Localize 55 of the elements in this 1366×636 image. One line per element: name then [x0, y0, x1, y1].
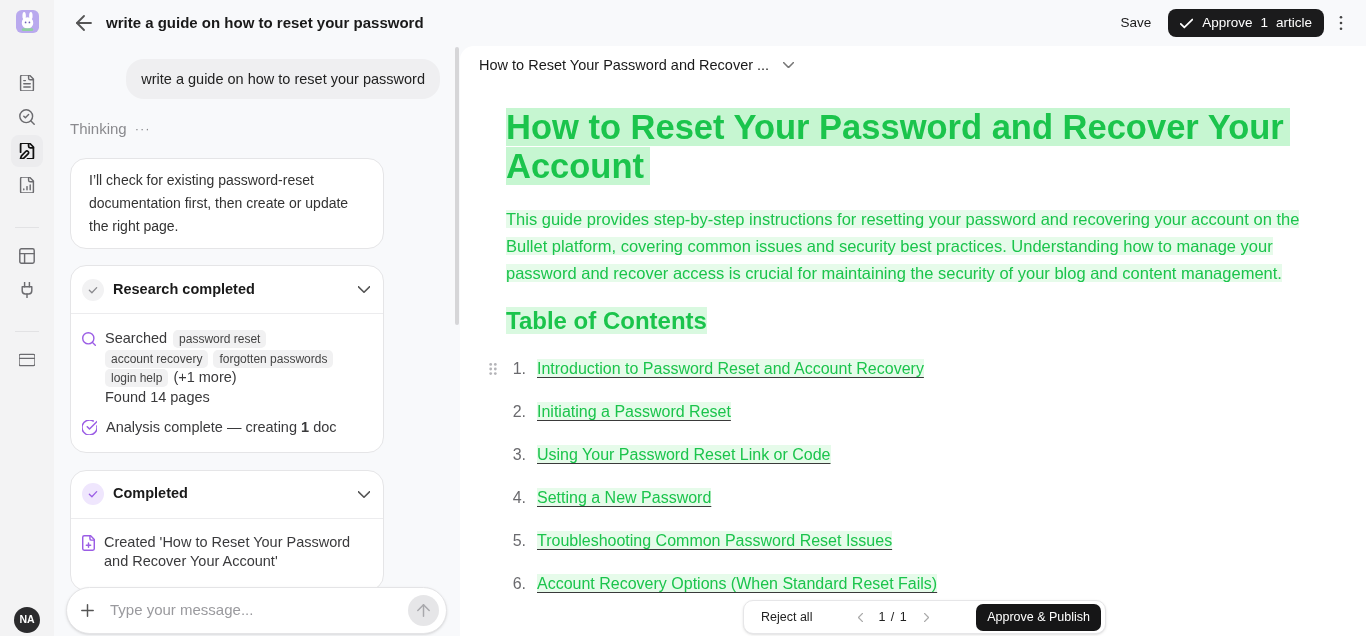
chevron-down-icon: [783, 62, 795, 68]
search-tag: account recovery: [105, 349, 209, 368]
user-message: write a guide on how to reset your password: [126, 59, 440, 99]
assistant-message: I’ll check for existing password-reset documentation first, then create or update the right page.: [70, 158, 384, 249]
chevron-right-icon: [924, 612, 930, 622]
composer[interactable]: Type your message...: [66, 587, 447, 634]
check-icon: [1180, 16, 1194, 30]
created-text: Created 'How to Reset Your Password and Recover Your Account': [104, 532, 352, 571]
arrow-up-icon: [417, 604, 430, 617]
sidebar-button[interactable]: [11, 135, 43, 167]
search-icon: [82, 332, 96, 346]
user-avatar[interactable]: NA: [14, 607, 40, 633]
document-icon: [19, 75, 35, 91]
list-number: 1.: [511, 359, 527, 378]
list-number: 2.: [511, 402, 527, 421]
file-chart-icon: [19, 177, 35, 193]
thinking-label: Thinking: [70, 119, 127, 139]
vertical-dots-icon: [1339, 16, 1343, 30]
result-text: Found 14 pages: [105, 387, 211, 407]
approve-button[interactable]: Approve 1 article: [1168, 9, 1324, 37]
layout-icon: [19, 248, 35, 264]
reject-all-button[interactable]: Reject all: [761, 607, 813, 627]
file-plus-icon: [82, 534, 95, 551]
add-button[interactable]: [80, 603, 94, 618]
circle-check-icon: [82, 420, 97, 435]
section-toggle[interactable]: Research completed: [71, 266, 383, 313]
page-indicator: 1 / 1: [878, 608, 907, 626]
intro-paragraph: This guide provides step-by-step instructions for resetting your password and recovering your account on the Bullet platform, covering common issues and security best practices. Understanding how to manage your password and recover access is crucial for maintaining the security of your blog and content management.: [506, 209, 1301, 284]
analysis-text: Analysis complete — creating 1 doc: [106, 418, 337, 437]
plus-icon: [80, 604, 94, 617]
list-number: 3.: [511, 445, 527, 464]
search-tag: password reset: [173, 330, 267, 348]
document-selector[interactable]: How to Reset Your Password and Recover ...: [479, 55, 795, 75]
search-label: Searched: [105, 330, 168, 346]
list-number: 6.: [511, 574, 527, 593]
list-number: 5.: [511, 531, 527, 550]
search-tag: login help: [105, 369, 169, 387]
section-heading: Table of Contents: [506, 307, 708, 335]
chat-title: write a guide on how to reset your password: [106, 12, 424, 33]
search-tag: forgotten passwords: [213, 349, 334, 368]
drag-handle-icon[interactable]: [489, 362, 497, 375]
search-check-icon: [19, 109, 35, 125]
more-options-button[interactable]: [1337, 15, 1345, 31]
approve-publish-button[interactable]: Approve & Publish: [976, 603, 1101, 631]
chevron-left-icon: [857, 612, 863, 622]
credit-card-icon: [19, 352, 35, 368]
save-button[interactable]: Save: [1116, 8, 1156, 38]
plug-icon: [19, 282, 35, 298]
more-count: (+1 more): [173, 368, 237, 387]
message-input[interactable]: Type your message...: [110, 599, 408, 622]
scrollbar-thumb[interactable]: [455, 47, 459, 325]
list-number: 4.: [511, 488, 527, 507]
back-button[interactable]: [76, 15, 92, 31]
section-toggle[interactable]: Completed: [71, 470, 383, 518]
file-edit-icon: [19, 143, 35, 159]
